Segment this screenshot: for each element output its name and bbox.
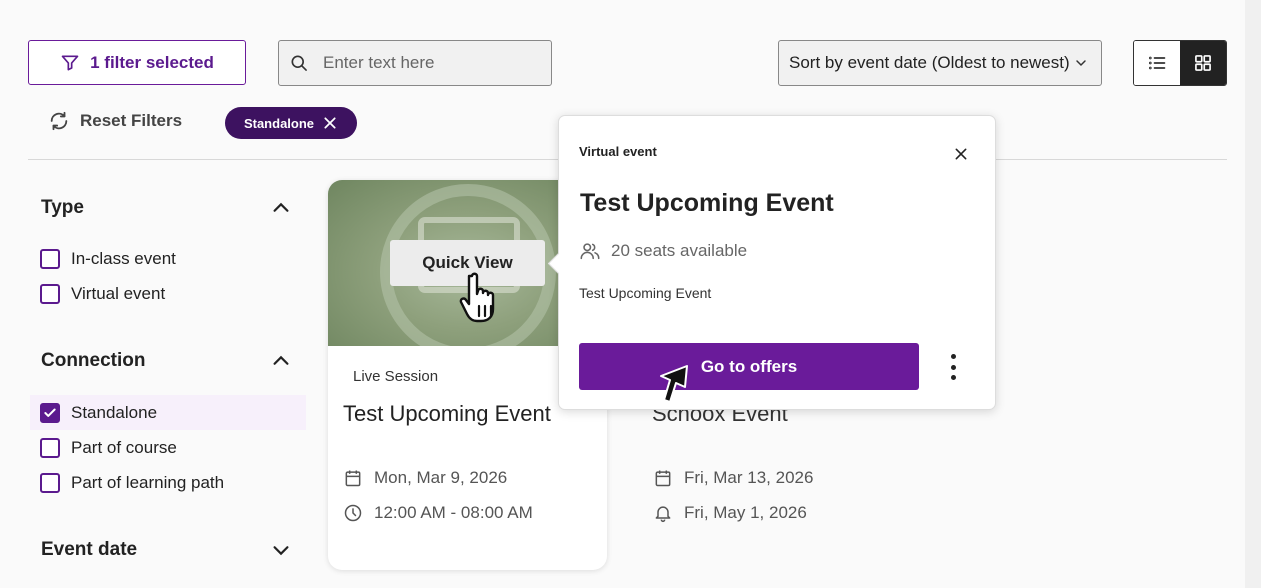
calendar-icon	[655, 470, 671, 487]
checkbox-in-class-event[interactable]: In-class event	[30, 241, 306, 276]
event-time: 12:00 AM - 08:00 AM	[343, 503, 533, 523]
section-title-connection: Connection	[41, 350, 146, 371]
grid-view-button[interactable]	[1180, 41, 1226, 85]
quick-view-label: Quick View	[422, 253, 513, 272]
reset-filters-button[interactable]: Reset Filters	[48, 110, 182, 132]
checkbox[interactable]	[40, 248, 60, 269]
filter-button-label: 1 filter selected	[90, 52, 214, 72]
close-icon	[955, 148, 967, 160]
quick-view-button[interactable]: Quick View	[390, 240, 545, 286]
chevron-down-icon[interactable]	[270, 539, 292, 561]
bell-icon	[655, 506, 671, 523]
checkbox-label: Standalone	[71, 402, 158, 422]
more-options-button[interactable]	[941, 354, 965, 380]
chevron-up-icon[interactable]	[270, 350, 292, 372]
checkbox-part-of-learning-path[interactable]: Part of learning path	[30, 465, 306, 500]
event-date: Fri, Mar 13, 2026	[653, 468, 813, 488]
event-reminder-text: Fri, May 1, 2026	[684, 503, 807, 522]
close-icon[interactable]	[322, 115, 338, 131]
active-filter-chip[interactable]: Standalone	[225, 107, 357, 139]
popover-seats-text: 20 seats available	[611, 241, 748, 260]
chevron-down-icon	[1076, 60, 1086, 67]
clock-icon	[344, 504, 362, 522]
checkbox-label: In-class event	[71, 248, 176, 268]
checkbox[interactable]	[40, 472, 60, 493]
refresh-icon	[50, 111, 68, 131]
popover-event-type: Virtual event	[579, 144, 657, 159]
checkbox-part-of-course[interactable]: Part of course	[30, 430, 306, 465]
page-scrollbar[interactable]	[1245, 0, 1261, 588]
search-input[interactable]	[321, 52, 535, 74]
checkbox-standalone[interactable]: Standalone	[30, 395, 306, 430]
popover-title: Test Upcoming Event	[580, 189, 834, 217]
popover-description: Test Upcoming Event	[579, 285, 712, 301]
popover-close-button[interactable]	[949, 142, 973, 166]
search-box[interactable]	[278, 40, 552, 86]
checkbox[interactable]	[40, 437, 60, 458]
checkbox[interactable]	[40, 283, 60, 304]
calendar-icon	[345, 470, 361, 487]
event-time-text: 12:00 AM - 08:00 AM	[374, 503, 533, 522]
search-icon	[291, 55, 307, 71]
event-date-text: Mon, Mar 9, 2026	[374, 468, 508, 487]
sort-select-value: Sort by event date (Oldest to newest)	[789, 53, 1070, 72]
more-vertical-icon	[950, 354, 956, 359]
event-title[interactable]: Test Upcoming Event	[343, 401, 551, 427]
active-filter-chip-label: Standalone	[243, 115, 315, 131]
checkbox-label: Part of course	[71, 437, 177, 457]
list-view-icon	[1149, 56, 1166, 70]
grid-view-icon	[1195, 55, 1211, 71]
checkbox-checked[interactable]	[40, 402, 60, 423]
checkbox-label: Virtual event	[71, 283, 166, 303]
view-toggle	[1133, 40, 1227, 86]
quick-view-popover: Virtual event Test Upcoming Event 20 sea…	[547, 115, 996, 410]
more-vertical-icon-dot	[950, 375, 956, 380]
sort-select[interactable]: Sort by event date (Oldest to newest)	[778, 40, 1102, 86]
section-title-type: Type	[41, 197, 84, 218]
event-tag: Live Session	[353, 368, 439, 385]
users-icon	[580, 243, 600, 260]
chevron-up-icon[interactable]	[270, 197, 292, 219]
event-date: Mon, Mar 9, 2026	[343, 468, 507, 488]
checkbox-label: Part of learning path	[71, 472, 225, 492]
events-page: 1 filter selected Sort by event date (Ol…	[0, 0, 1245, 588]
list-view-button[interactable]	[1134, 41, 1180, 85]
more-vertical-icon-dot	[950, 364, 956, 370]
check-icon	[44, 408, 56, 417]
filter-button[interactable]: 1 filter selected	[28, 40, 246, 85]
go-to-offers-label: Go to offers	[700, 356, 798, 376]
reset-filters-label: Reset Filters	[80, 111, 183, 130]
event-reminder: Fri, May 1, 2026	[653, 503, 807, 523]
popover-seats: 20 seats available	[579, 240, 747, 262]
go-to-offers-button[interactable]: Go to offers	[579, 343, 919, 390]
filter-icon	[61, 55, 79, 70]
event-date-text: Fri, Mar 13, 2026	[684, 468, 814, 487]
checkbox-virtual-event[interactable]: Virtual event	[30, 276, 306, 311]
section-title-event-date: Event date	[41, 539, 138, 560]
